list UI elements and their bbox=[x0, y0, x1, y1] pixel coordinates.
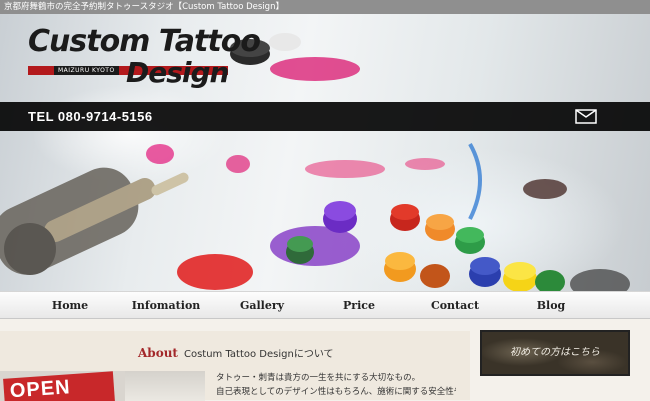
main-navigation: Home Infomation Gallery Price Contact Bl… bbox=[0, 291, 650, 319]
about-paragraph: タトゥー・刺青は貴方の一生を共にする大切なもの。 bbox=[216, 373, 421, 383]
about-photo: OPEN bbox=[0, 371, 125, 401]
nav-item-price[interactable]: Price bbox=[304, 292, 414, 319]
site-logo[interactable]: MAIZURU KYOTO Custom Tattoo Design bbox=[28, 24, 261, 94]
nav-item-information[interactable]: Infomation bbox=[111, 292, 221, 319]
site-tagline: 京都府舞鶴市の完全予約制タトゥースタジオ【Custom Tattoo Desig… bbox=[0, 0, 650, 14]
banner-label: 初めての方はこちら bbox=[510, 347, 600, 358]
logo-text-line1: Custom Tattoo bbox=[28, 24, 261, 59]
about-paragraph: 自己表現としてのデザイン性はもちろん、施術に関する安全性や bbox=[216, 387, 456, 397]
nav-item-gallery[interactable]: Gallery bbox=[207, 292, 317, 319]
about-text: タトゥー・刺青は貴方の一生を共にする大切なもの。 自己表現としてのデザイン性はも… bbox=[216, 371, 456, 399]
envelope-icon[interactable] bbox=[575, 109, 597, 124]
logo-subtitle: MAIZURU KYOTO bbox=[54, 66, 119, 75]
open-sign-text: OPEN bbox=[9, 376, 72, 401]
nav-item-home[interactable]: Home bbox=[15, 292, 125, 319]
content-area: About Costum Tattoo Designについて OPEN タトゥー・… bbox=[0, 319, 650, 401]
about-subtitle: Costum Tattoo Designについて bbox=[183, 349, 334, 360]
about-photo-secondary bbox=[125, 371, 205, 401]
nav-item-contact[interactable]: Contact bbox=[400, 292, 510, 319]
first-time-banner[interactable]: 初めての方はこちら bbox=[480, 330, 630, 376]
open-sign: OPEN bbox=[3, 371, 115, 401]
nav-item-blog[interactable]: Blog bbox=[496, 292, 606, 319]
contact-bar: TEL 080-9714-5156 bbox=[0, 102, 650, 131]
about-heading: About Costum Tattoo Designについて bbox=[138, 345, 334, 360]
hero-banner: MAIZURU KYOTO Custom Tattoo Design TEL 0… bbox=[0, 14, 650, 291]
logo-text-line2: Design bbox=[126, 56, 229, 89]
about-title: About bbox=[138, 346, 178, 360]
phone-number[interactable]: TEL 080-9714-5156 bbox=[28, 102, 153, 131]
